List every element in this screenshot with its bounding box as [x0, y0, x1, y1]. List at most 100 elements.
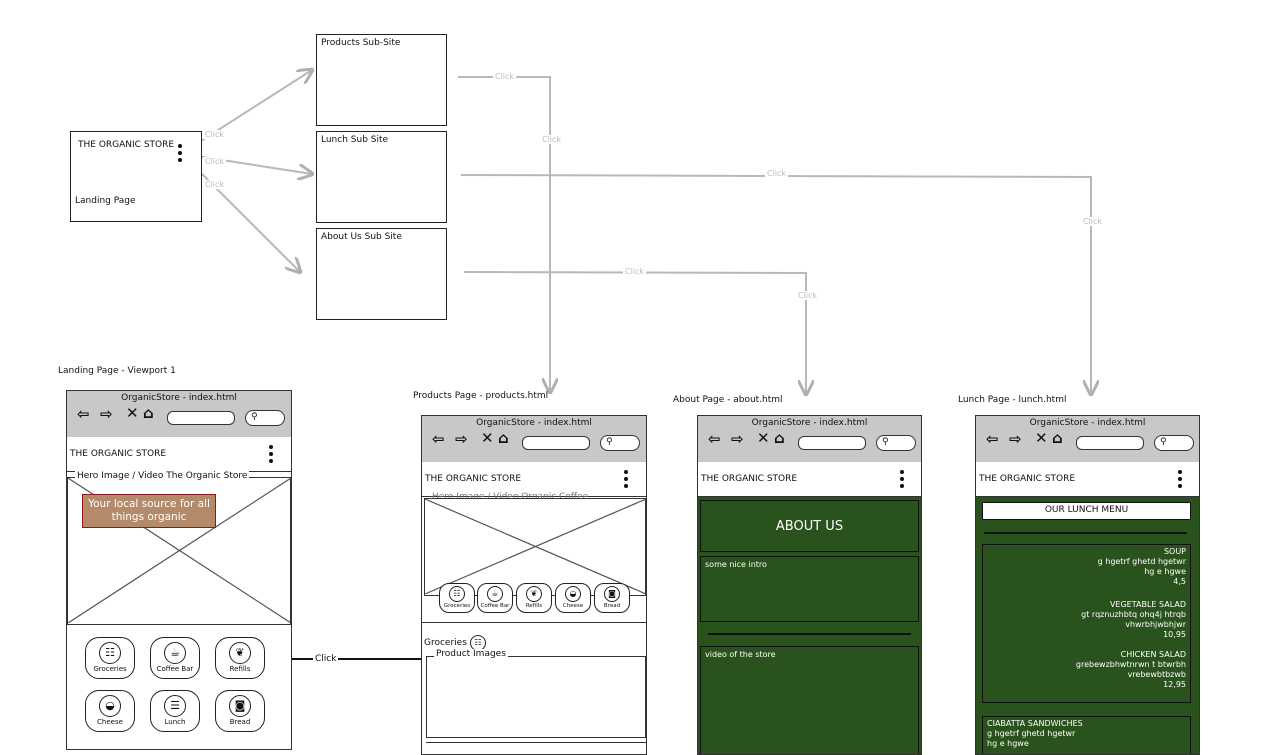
menu-item-soup: SOUP g hgetrf ghetd hgetwr hg e hgwe 4,5 [1097, 547, 1186, 586]
forward-icon[interactable]: ⇨ [455, 432, 468, 447]
click-label: Click [493, 72, 517, 81]
landing-to-subsites-arrows [189, 70, 312, 272]
category-groceries[interactable]: ☷ Groceries [439, 583, 475, 613]
divider [426, 742, 646, 743]
about-subsite-node: About Us Sub Site [316, 228, 447, 320]
landing-phone-mockup: OrganicStore - index.html ⇦ ⇨ ✕ ⌂ ⚲ THE … [66, 390, 292, 750]
basket-icon: ☷ [99, 642, 121, 664]
cheese-icon: ◒ [565, 586, 581, 602]
category-groceries[interactable]: ☷ Groceries [85, 637, 135, 687]
menu-item-vegetable-salad: VEGETABLE SALAD gt rqznuzhbtq ohq4j htrq… [1081, 600, 1186, 639]
lunch-node-title: Lunch Sub Site [321, 135, 389, 145]
subsite-to-page-arrows [458, 76, 1091, 394]
category-refills[interactable]: ❦ Refills [516, 583, 552, 613]
app-title: THE ORGANIC STORE [979, 474, 1076, 484]
url-bar[interactable] [522, 436, 590, 450]
forward-icon[interactable]: ⇨ [731, 432, 744, 447]
menu-dots-icon[interactable] [624, 470, 629, 491]
landing-node-subtitle: Landing Page [75, 196, 136, 206]
forward-icon[interactable]: ⇨ [1009, 432, 1022, 447]
menu-dots-icon [178, 144, 183, 165]
click-label: Click [796, 291, 820, 300]
category-cheese[interactable]: ◒ Cheese [555, 583, 591, 613]
category-label: Cheese [97, 718, 123, 726]
close-icon[interactable]: ✕ [481, 431, 494, 446]
browser-title: OrganicStore - index.html [751, 418, 868, 428]
product-images-label: Product Images [434, 649, 508, 659]
category-label: Refills [229, 665, 251, 673]
search-icon[interactable]: ⚲ [245, 410, 285, 426]
back-icon[interactable]: ⇦ [708, 432, 721, 447]
about-caption: About Page - about.html [673, 395, 783, 405]
click-label: Click [540, 135, 564, 144]
lunch-caption: Lunch Page - lunch.html [958, 395, 1067, 405]
home-icon[interactable]: ⌂ [498, 431, 509, 446]
close-icon[interactable]: ✕ [126, 406, 139, 421]
product-images-placeholder [426, 656, 646, 738]
menu-dots-icon[interactable] [1178, 470, 1183, 491]
menu-dots-icon[interactable] [269, 445, 274, 466]
menu-item-chicken-salad: CHICKEN SALAD grebewzbhwtnrwn t btwrbh v… [1075, 650, 1186, 689]
burger-icon: ☰ [164, 695, 186, 717]
browser-bar: OrganicStore - index.html ⇦ ⇨ ✕ ⌂ ⚲ [67, 391, 291, 438]
category-coffee-bar[interactable]: ☕ Coffee Bar [150, 637, 200, 687]
close-icon[interactable]: ✕ [757, 431, 770, 446]
home-icon[interactable]: ⌂ [1052, 431, 1063, 446]
back-icon[interactable]: ⇦ [432, 432, 445, 447]
category-cheese[interactable]: ◒ Cheese [85, 690, 135, 740]
category-label: Bread [229, 718, 251, 726]
category-label: Coffee Bar [156, 665, 194, 673]
search-icon[interactable]: ⚲ [600, 435, 640, 451]
click-label: Click [203, 180, 227, 189]
app-title: THE ORGANIC STORE [701, 474, 798, 484]
search-icon[interactable]: ⚲ [1154, 435, 1194, 451]
section-title: Groceries [424, 638, 467, 648]
category-coffee-bar[interactable]: ☕ Coffee Bar [477, 583, 513, 613]
coffee-cup-icon: ☕ [164, 642, 186, 664]
app-title: THE ORGANIC STORE [425, 474, 522, 484]
back-icon[interactable]: ⇦ [77, 407, 90, 422]
basket-icon: ☷ [449, 586, 465, 602]
url-bar[interactable] [798, 436, 866, 450]
close-icon[interactable]: ✕ [1035, 431, 1048, 446]
bread-icon: ◙ [229, 695, 251, 717]
products-node-title: Products Sub-Site [321, 38, 401, 48]
app-header: THE ORGANIC STORE [67, 437, 291, 472]
divider [984, 532, 1187, 534]
browser-title: OrganicStore - index.html [1029, 418, 1146, 428]
coffee-cup-icon: ☕ [487, 586, 503, 602]
leaf-icon: ❦ [229, 642, 251, 664]
category-lunch[interactable]: ☰ Lunch [150, 690, 200, 740]
category-bread[interactable]: ◙ Bread [215, 690, 265, 740]
home-icon[interactable]: ⌂ [774, 431, 785, 446]
hero-label: Hero Image / Video The Organic Store [75, 471, 250, 481]
forward-icon[interactable]: ⇨ [100, 407, 113, 422]
bread-icon: ◙ [604, 586, 620, 602]
video-block: video of the store [700, 646, 919, 754]
browser-bar: OrganicStore - index.html ⇦ ⇨ ✕ ⌂ ⚲ [422, 416, 646, 463]
click-label: Click [203, 157, 227, 166]
image-placeholder-cross [425, 499, 646, 594]
search-icon[interactable]: ⚲ [876, 435, 916, 451]
leaf-icon: ❦ [526, 586, 542, 602]
browser-title: OrganicStore - index.html [476, 418, 592, 428]
divider [422, 622, 646, 623]
browser-title: OrganicStore - index.html [121, 393, 237, 403]
category-refills[interactable]: ❦ Refills [215, 637, 265, 687]
category-bread[interactable]: ◙ Bread [594, 583, 630, 613]
back-icon[interactable]: ⇦ [986, 432, 999, 447]
url-bar[interactable] [167, 411, 235, 425]
about-heading: ABOUT US [700, 500, 919, 552]
home-icon[interactable]: ⌂ [143, 406, 154, 421]
lunch-heading: OUR LUNCH MENU [982, 502, 1191, 520]
click-label: Click [1081, 217, 1105, 226]
url-bar[interactable] [1076, 436, 1144, 450]
app-title: THE ORGANIC STORE [70, 449, 167, 459]
menu-dots-icon[interactable] [900, 470, 905, 491]
click-label: Click [203, 130, 227, 139]
hero-image-placeholder [424, 498, 646, 596]
category-label: Lunch [164, 718, 186, 726]
connector-click-label: Click [313, 654, 339, 664]
about-phone-mockup: OrganicStore - index.html ⇦ ⇨ ✕ ⌂ ⚲ THE … [697, 415, 922, 755]
menu-item-ciabatta: CIABATTA SANDWICHES g hgetrf ghetd hgetw… [982, 716, 1191, 754]
